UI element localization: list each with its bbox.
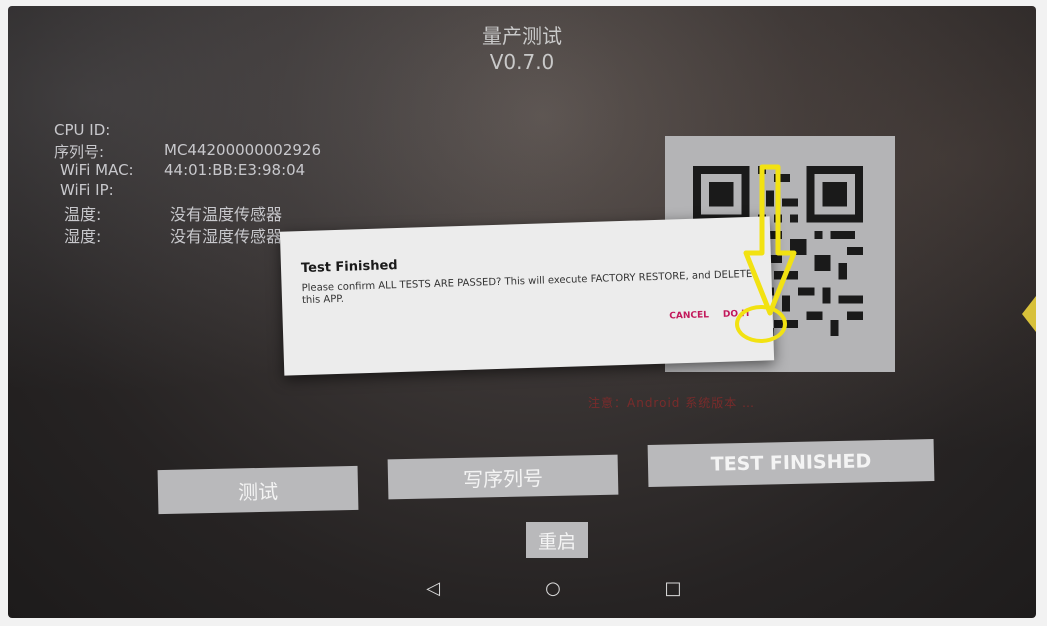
test-finished-dialog: Test Finished Please confirm ALL TESTS A… — [279, 216, 775, 376]
temperature-value: 没有温度传感器 — [170, 205, 283, 224]
humidity-label: 湿度: — [64, 227, 102, 246]
test-button[interactable]: 测试 — [157, 465, 359, 515]
app-title: 量产测试 — [482, 24, 562, 48]
serial-label: 序列号: — [54, 143, 105, 161]
edge-marker — [1022, 296, 1036, 332]
wifi-mac-value: 44:01:BB:E3:98:04 — [164, 161, 306, 179]
dialog-message: Please confirm ALL TESTS ARE PASSED? Thi… — [301, 268, 753, 307]
warning-text: 注意：Android 系统版本 … — [588, 396, 756, 410]
humidity-value: 没有湿度传感器 — [170, 227, 283, 246]
android-navigation-bar: ◁ ○ □ — [388, 570, 748, 610]
wifi-mac-label: WiFi MAC: — [60, 161, 134, 179]
cpu-id-label: CPU ID: — [54, 121, 111, 139]
dialog-title: Test Finished — [300, 258, 398, 277]
temperature-label: 温度: — [64, 205, 102, 224]
write-serial-button[interactable]: 写序列号 — [387, 454, 619, 500]
highlight-circle — [735, 305, 787, 343]
back-icon[interactable]: ◁ — [420, 578, 446, 599]
home-icon[interactable]: ○ — [540, 578, 566, 599]
wifi-ip-label: WiFi IP: — [60, 181, 114, 199]
recent-apps-icon[interactable]: □ — [660, 578, 686, 599]
test-finished-button[interactable]: TEST FINISHED — [647, 439, 935, 487]
serial-value: MC44200000002926 — [164, 141, 322, 159]
app-version: V0.7.0 — [489, 50, 555, 74]
cancel-button[interactable]: CANCEL — [669, 310, 709, 321]
reboot-button[interactable]: 重启 — [526, 522, 588, 558]
